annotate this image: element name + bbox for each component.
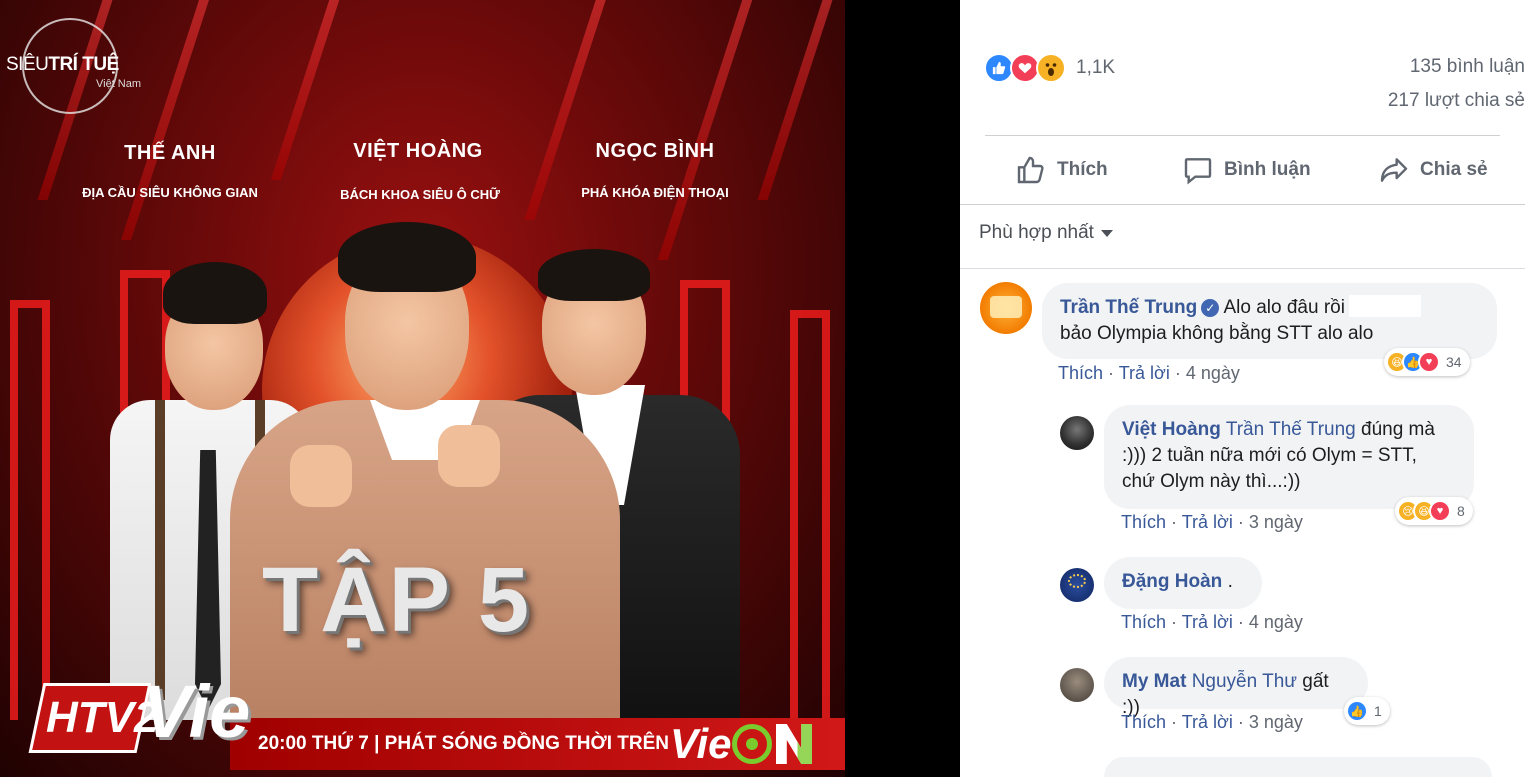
sort-label: Phù hợp nhất <box>979 222 1094 243</box>
comment-text: :))) 2 tuần nữa mới có Olym = STT, <box>1122 445 1417 466</box>
comment-text: Alo alo đâu rồi <box>1223 297 1345 318</box>
comment-reactions[interactable]: 😆 👍 ♥ 34 <box>1384 348 1470 376</box>
comment-text: chứ Olym này thì...:)) <box>1122 471 1301 492</box>
like-reaction-icon: 👍 <box>1346 700 1368 722</box>
comment-time[interactable]: 4 ngày <box>1186 363 1240 383</box>
vieon-o-mark <box>732 724 772 764</box>
light-stripe <box>757 0 833 200</box>
stage-frame <box>790 310 830 720</box>
comments-count-link[interactable]: 135 bình luận <box>1325 56 1525 78</box>
comment-author[interactable]: My Mat <box>1122 671 1186 692</box>
comment-bubble: My Mat Nguyễn Thư gất :)) <box>1104 657 1368 718</box>
contestant-role: PHÁ KHÓA ĐIỆN THOẠI <box>581 185 729 200</box>
comment-reply-link[interactable]: Trả lời <box>1182 612 1233 632</box>
logo-title: TRÍ TUỆ <box>48 54 119 75</box>
stage-frame <box>10 300 50 720</box>
like-button-label: Thích <box>1057 159 1108 180</box>
comment-reaction-count: 1 <box>1374 703 1382 719</box>
commenter-avatar[interactable] <box>980 282 1032 334</box>
post-image[interactable]: SIÊUTRÍ TUỆ Việt Nam THẾ ANH ĐỊA CẦU SIÊ… <box>0 0 845 777</box>
comment-bubble <box>1104 757 1492 777</box>
share-button-label: Chia sẻ <box>1420 159 1488 180</box>
mention-link[interactable]: Nguyễn Thư <box>1192 671 1297 692</box>
love-reaction-icon: ♥ <box>1418 351 1440 373</box>
share-button[interactable]: Chia sẻ <box>1378 150 1488 190</box>
comment-bubble: Đặng Hoàn . <box>1104 557 1262 609</box>
comment-button[interactable]: Bình luận <box>1182 150 1311 190</box>
comment-reply-link[interactable]: Trả lời <box>1119 363 1170 383</box>
vieon-text: Vie <box>670 720 732 767</box>
comment-text: đúng mà <box>1361 419 1435 440</box>
mention-link[interactable]: Trần Thế Trung <box>1226 419 1356 440</box>
comment-author[interactable]: Đặng Hoàn <box>1122 571 1222 592</box>
wow-reaction-icon <box>1036 53 1066 83</box>
contestant-role: ĐỊA CẦU SIÊU KHÔNG GIAN <box>82 185 258 200</box>
comment-author[interactable]: Việt Hoàng <box>1122 419 1221 440</box>
comment-reply-link[interactable]: Trả lời <box>1182 512 1233 532</box>
show-logo: SIÊUTRÍ TUỆ Việt Nam <box>4 10 154 120</box>
light-stripe <box>657 0 753 260</box>
comment-actions: Thích · Trả lời · 3 ngày <box>1121 512 1303 532</box>
vie-text: Vie <box>142 670 251 753</box>
contestant-photo-center <box>210 220 640 730</box>
contestant-name: NGỌC BÌNH <box>595 140 715 162</box>
comment-reaction-count: 34 <box>1446 354 1462 370</box>
reaction-summary[interactable]: 1,1K <box>984 52 1115 84</box>
post-details-panel: 1,1K 135 bình luận 217 lượt chia sẻ Thíc… <box>960 0 1525 777</box>
comment-bubble: Việt Hoàng Trần Thế Trung đúng mà :))) 2… <box>1104 405 1474 509</box>
viewer-backdrop <box>845 0 960 777</box>
vieon-n-mark <box>776 724 812 764</box>
comment-actions: Thích · Trả lời · 4 ngày <box>1121 612 1303 632</box>
comment-bubble-icon <box>1184 158 1212 185</box>
comment-sort-dropdown[interactable]: Phù hợp nhất <box>979 222 1113 244</box>
love-reaction-icon: ♥ <box>1429 500 1451 522</box>
shares-count-link[interactable]: 217 lượt chia sẻ <box>1325 90 1525 112</box>
comment-actions: Thích · Trả lời · 3 ngày <box>1121 712 1303 732</box>
caret-down-icon <box>1100 229 1113 237</box>
comment-text: bảo Olympia không bằng STT alo alo <box>1060 323 1374 344</box>
logo-subtitle: Việt Nam <box>96 78 142 90</box>
comment-reactions[interactable]: 😢 😆 ♥ 8 <box>1395 497 1473 525</box>
commenter-avatar[interactable] <box>1060 416 1094 450</box>
contestant-role: BÁCH KHOA SIÊU Ô CHỮ <box>340 187 500 202</box>
comment-like-link[interactable]: Thích <box>1121 712 1166 732</box>
comment-like-link[interactable]: Thích <box>1058 363 1103 383</box>
divider <box>960 204 1525 205</box>
comment-text: . <box>1227 571 1233 592</box>
comment-like-link[interactable]: Thích <box>1121 612 1166 632</box>
channel-logo: HTV2 Vie <box>28 665 250 775</box>
comment-actions: Thích · Trả lời · 4 ngày <box>1058 363 1240 383</box>
episode-title: TẬP 5 <box>262 549 532 651</box>
vieon-logo: Vie <box>670 718 820 770</box>
comment-like-link[interactable]: Thích <box>1121 512 1166 532</box>
divider <box>985 135 1500 136</box>
comment-reaction-count: 8 <box>1457 503 1465 519</box>
commenter-avatar[interactable] <box>1060 668 1094 702</box>
share-arrow-icon <box>1380 158 1408 182</box>
air-time-text: 20:00 THỨ 7 | PHÁT SÓNG ĐỒNG THỜI TRÊN <box>258 733 670 754</box>
reaction-count[interactable]: 1,1K <box>1076 57 1115 79</box>
redacted-text <box>1348 295 1421 317</box>
comment-time[interactable]: 3 ngày <box>1249 712 1303 732</box>
like-button[interactable]: Thích <box>1015 150 1108 190</box>
comment-reactions[interactable]: 👍 1 <box>1344 697 1390 725</box>
comment-reply-link[interactable]: Trả lời <box>1182 712 1233 732</box>
comment-author[interactable]: Trần Thế Trung <box>1060 297 1197 318</box>
comment-button-label: Bình luận <box>1224 159 1311 180</box>
verified-badge-icon: ✓ <box>1201 299 1220 317</box>
divider <box>960 268 1525 269</box>
contestant-name: VIỆT HOÀNG <box>353 140 483 162</box>
logo-prefix: SIÊU <box>6 54 49 75</box>
thumbs-up-icon <box>1017 156 1044 184</box>
comment-time[interactable]: 4 ngày <box>1249 612 1303 632</box>
contestant-name: THẾ ANH <box>124 142 216 164</box>
commenter-avatar[interactable] <box>1060 568 1094 602</box>
comment-time[interactable]: 3 ngày <box>1249 512 1303 532</box>
